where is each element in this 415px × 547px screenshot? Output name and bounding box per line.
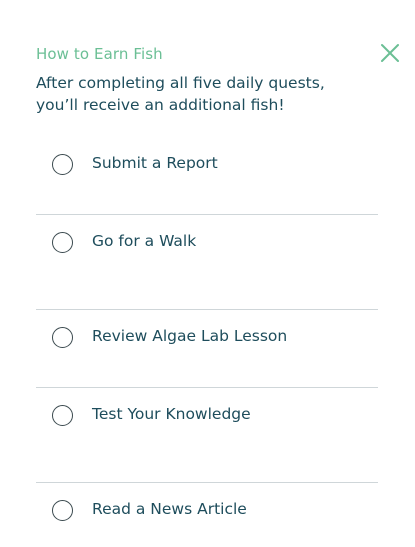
quest-radio[interactable] <box>52 327 73 348</box>
earn-fish-panel: How to Earn Fish After completing all fi… <box>0 0 415 547</box>
description-line: you’ll receive an additional fish! <box>36 96 285 114</box>
quest-radio[interactable] <box>52 154 73 175</box>
quest-item-review-algae-lab[interactable]: Review Algae Lab Lesson <box>36 319 378 359</box>
quest-item-submit-report[interactable]: Submit a Report <box>36 146 378 186</box>
description-line: After completing all five daily quests, <box>36 74 325 92</box>
divider <box>36 214 378 215</box>
divider <box>36 309 378 310</box>
quest-label: Read a News Article <box>92 500 247 518</box>
divider <box>36 482 378 483</box>
quest-item-go-for-walk[interactable]: Go for a Walk <box>36 224 378 264</box>
panel-description: After completing all five daily quests, … <box>36 72 336 116</box>
quest-radio[interactable] <box>52 232 73 253</box>
quest-label: Review Algae Lab Lesson <box>92 327 288 345</box>
quest-item-test-knowledge[interactable]: Test Your Knowledge <box>36 397 378 437</box>
close-button[interactable] <box>378 41 402 65</box>
quest-radio[interactable] <box>52 500 73 521</box>
quest-label: Test Your Knowledge <box>92 405 251 423</box>
quest-label: Go for a Walk <box>92 232 197 250</box>
quest-label: Submit a Report <box>92 154 218 172</box>
close-icon <box>381 44 399 62</box>
quest-item-read-news-article[interactable]: Read a News Article <box>36 492 378 532</box>
panel-title: How to Earn Fish <box>36 45 163 63</box>
quest-radio[interactable] <box>52 405 73 426</box>
divider <box>36 387 378 388</box>
